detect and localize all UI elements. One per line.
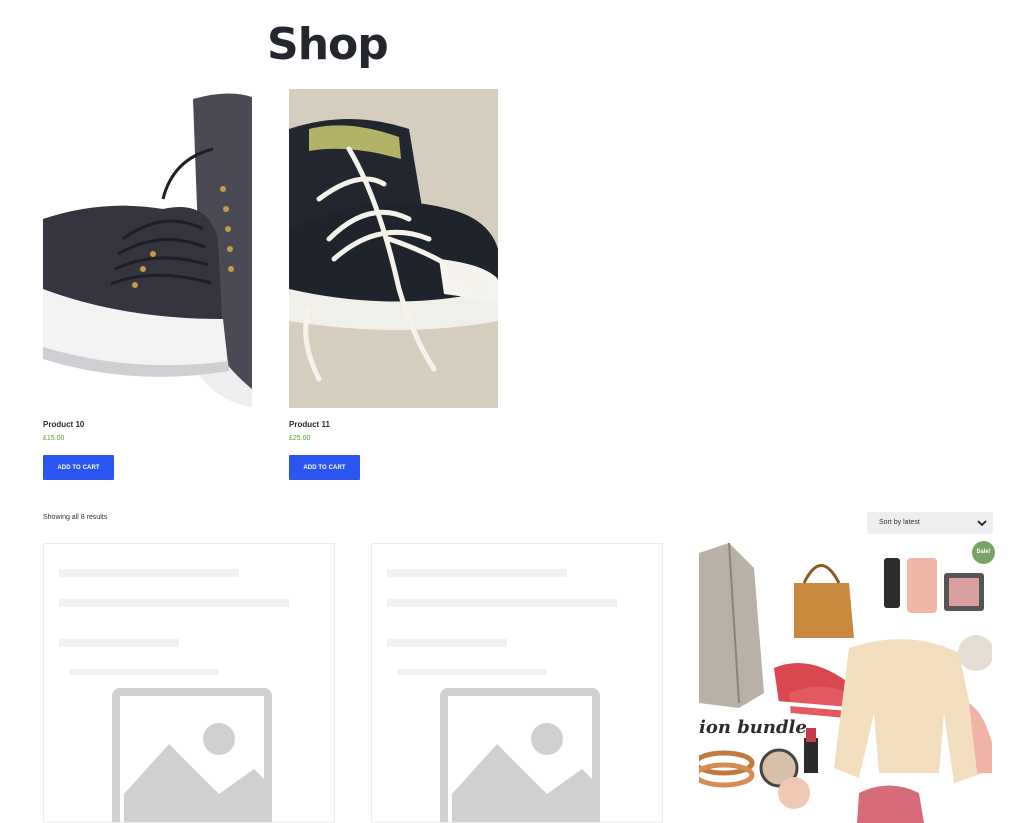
chevron-down-icon bbox=[977, 520, 987, 527]
page-title: Shop bbox=[267, 19, 389, 70]
product-name[interactable]: Product 11 bbox=[289, 420, 498, 430]
sort-select[interactable]: Sort by latest bbox=[867, 512, 993, 534]
product-card-placeholder[interactable] bbox=[371, 543, 663, 823]
product-price: £25.00 bbox=[289, 435, 311, 442]
product-name[interactable]: Product 10 bbox=[43, 420, 252, 430]
placeholder-image-icon bbox=[44, 544, 334, 822]
product-card-11: Product 11 £25.00 ADD TO CART bbox=[289, 89, 498, 480]
product-price: £15.00 bbox=[43, 435, 65, 442]
product-card-fashion-bundle[interactable]: ion bundle bbox=[699, 543, 992, 823]
result-count: Showing all 8 results bbox=[43, 514, 108, 521]
fashion-bundle-image: ion bundle bbox=[699, 543, 992, 823]
sale-badge: Sale! bbox=[972, 541, 995, 564]
placeholder-image-icon bbox=[372, 544, 662, 822]
product-card-10: dreamstime Product 10 £15.00 ADD TO CART bbox=[43, 89, 252, 480]
collage-text: ion bundle bbox=[699, 717, 807, 738]
add-to-cart-button[interactable]: ADD TO CART bbox=[43, 455, 114, 480]
sort-select-value: Sort by latest bbox=[879, 519, 920, 526]
product-card-placeholder[interactable] bbox=[43, 543, 335, 823]
product-image-11[interactable] bbox=[289, 89, 498, 408]
product-image-10[interactable]: dreamstime bbox=[43, 89, 252, 408]
add-to-cart-button[interactable]: ADD TO CART bbox=[289, 455, 360, 480]
